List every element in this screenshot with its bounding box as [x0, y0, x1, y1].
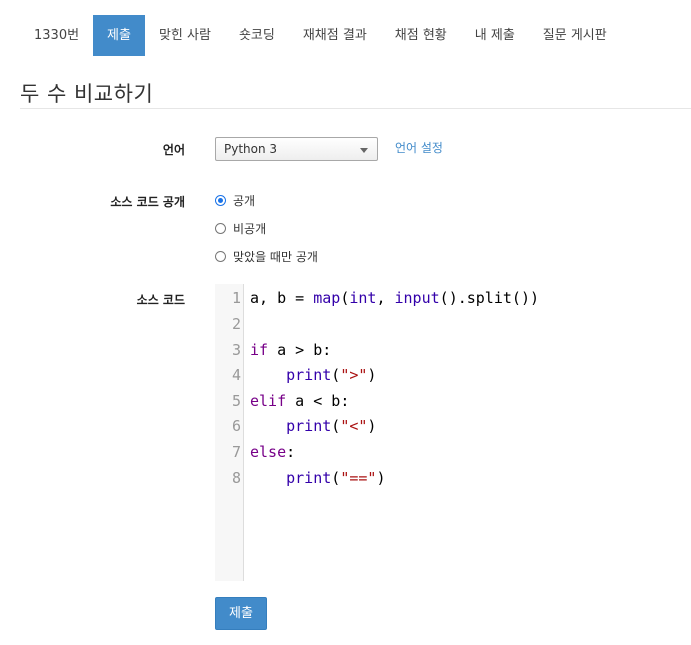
- chevron-down-icon: [360, 148, 368, 153]
- tab-solvers[interactable]: 맞힌 사람: [145, 15, 225, 56]
- language-select[interactable]: Python 3: [215, 137, 378, 161]
- language-select-value: Python 3: [224, 142, 278, 156]
- code-line: print("<"): [286, 417, 377, 435]
- code-editor[interactable]: 1 2 3 4 5 6 7 8 a, b = map(int, input().…: [215, 284, 691, 581]
- code-line: print("=="): [286, 469, 386, 487]
- tab-short-coding[interactable]: 숏코딩: [225, 15, 289, 56]
- tab-judge-status[interactable]: 채점 현황: [381, 15, 461, 56]
- line-number: 7: [231, 443, 241, 461]
- radio-accepted-only-label: 맞았을 때만 공개: [233, 249, 318, 264]
- line-number: 5: [231, 392, 241, 410]
- line-number: 1: [231, 289, 241, 307]
- title-divider: [20, 108, 691, 109]
- submit-button[interactable]: 제출: [215, 597, 267, 630]
- page-title: 두 수 비교하기: [20, 82, 154, 106]
- language-settings-link[interactable]: 언어 설정: [395, 139, 443, 156]
- tab-rejudge-results[interactable]: 재채점 결과: [289, 15, 381, 56]
- line-number: 8: [231, 469, 241, 487]
- radio-private[interactable]: [215, 222, 226, 234]
- code-line: print(">"): [286, 366, 377, 384]
- tab-qna-board[interactable]: 질문 게시판: [529, 15, 621, 56]
- visibility-option-public[interactable]: 공개: [215, 192, 255, 208]
- radio-public-label: 공개: [233, 193, 256, 208]
- radio-accepted-only[interactable]: [215, 250, 226, 262]
- visibility-option-accepted-only[interactable]: 맞았을 때만 공개: [215, 248, 318, 264]
- code-line: a, b = map(int, input().split()): [250, 289, 539, 307]
- visibility-label: 소스 코드 공개: [110, 195, 185, 209]
- source-code-label: 소스 코드: [136, 293, 185, 307]
- visibility-option-private[interactable]: 비공개: [215, 220, 266, 236]
- code-line: else:: [250, 443, 296, 461]
- radio-public[interactable]: [215, 194, 226, 206]
- problem-nav-tabs: 1330번 제출 맞힌 사람 숏코딩 재채점 결과 채점 현황 내 제출 질문 …: [20, 15, 621, 56]
- code-line: if a > b:: [250, 341, 332, 359]
- line-number: 3: [231, 341, 241, 359]
- line-number: 4: [231, 366, 241, 384]
- line-number: 6: [231, 417, 241, 435]
- tab-problem[interactable]: 1330번: [20, 15, 93, 56]
- radio-private-label: 비공개: [233, 221, 267, 236]
- tab-submit[interactable]: 제출: [93, 15, 145, 56]
- line-number: 2: [231, 315, 241, 333]
- tab-my-submissions[interactable]: 내 제출: [461, 15, 529, 56]
- language-label: 언어: [162, 143, 185, 157]
- code-line: elif a < b:: [250, 392, 350, 410]
